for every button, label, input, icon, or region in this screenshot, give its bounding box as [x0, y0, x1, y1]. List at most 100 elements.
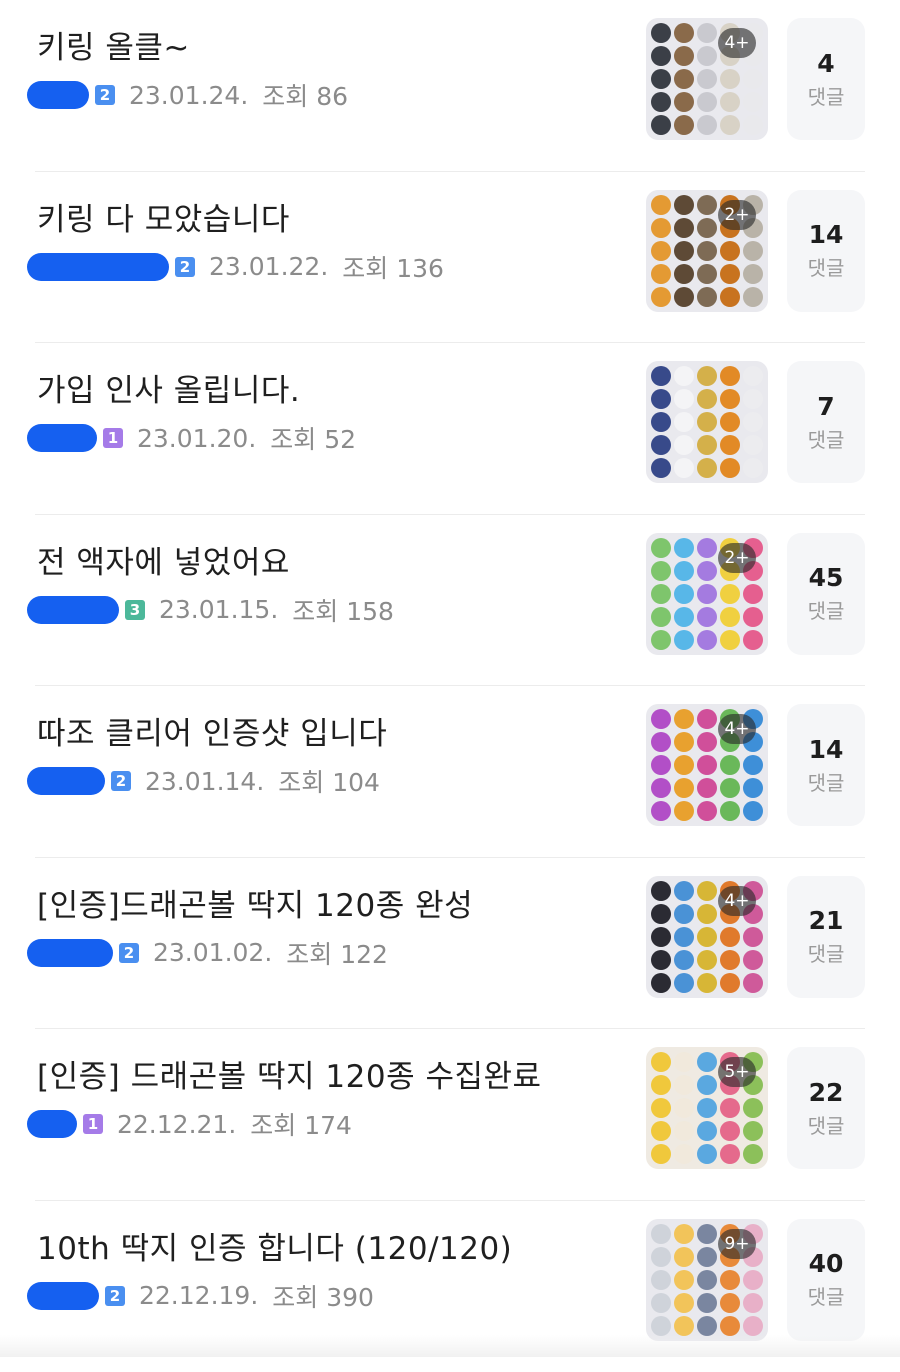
post-thumbnail[interactable] — [646, 361, 768, 483]
post-row[interactable]: 키링 다 모았습니다 2 23.01.22. 조회 136 2+ 14 댓글 — [35, 172, 865, 344]
thumbnail-sticker — [651, 241, 671, 261]
thumbnail-sticker — [674, 1121, 694, 1141]
thumbnail-sticker — [743, 778, 763, 798]
comment-button[interactable]: 40 댓글 — [787, 1219, 865, 1341]
thumbnail-sticker — [674, 904, 694, 924]
post-thumbnail[interactable]: 9+ — [646, 1219, 768, 1341]
thumbnail-sticker — [743, 584, 763, 604]
post-title[interactable]: 따조 클리어 인증샷 입니다 — [37, 708, 387, 753]
thumbnail-sticker — [674, 881, 694, 901]
thumbnail-sticker — [720, 366, 740, 386]
post-views: 조회 52 — [270, 420, 356, 456]
thumbnail-sticker — [697, 92, 717, 112]
thumbnail-sticker — [651, 950, 671, 970]
thumbnail-sticker — [651, 1144, 671, 1164]
post-meta: 2 23.01.22. 조회 136 — [27, 250, 444, 284]
post-row[interactable]: [인증] 드래곤볼 딱지 120종 수집완료 1 22.12.21. 조회 17… — [35, 1029, 865, 1201]
thumbnail-sticker — [720, 412, 740, 432]
comment-button[interactable]: 14 댓글 — [787, 704, 865, 826]
post-title[interactable]: [인증]드래곤볼 딱지 120종 완성 — [37, 880, 473, 925]
thumbnail-sticker — [674, 778, 694, 798]
post-title[interactable]: 10th 딱지 인증 합니다 (120/120) — [37, 1223, 512, 1268]
thumbnail-sticker — [720, 973, 740, 993]
thumbnail-sticker — [720, 1121, 740, 1141]
thumbnail-sticker — [674, 584, 694, 604]
redacted-author — [27, 253, 169, 281]
post-title[interactable]: [인증] 드래곤볼 딱지 120종 수집완료 — [37, 1051, 542, 1096]
post-meta: 2 23.01.02. 조회 122 — [27, 936, 388, 970]
thumbnail-sticker — [697, 801, 717, 821]
thumbnail-sticker — [697, 950, 717, 970]
post-thumbnail[interactable]: 5+ — [646, 1047, 768, 1169]
thumbnail-sticker — [651, 92, 671, 112]
thumbnail-sticker — [651, 195, 671, 215]
thumbnail-sticker — [697, 538, 717, 558]
comment-button[interactable]: 22 댓글 — [787, 1047, 865, 1169]
thumbnail-sticker — [651, 1293, 671, 1313]
post-row[interactable]: [인증]드래곤볼 딱지 120종 완성 2 23.01.02. 조회 122 4… — [35, 858, 865, 1030]
post-title[interactable]: 키링 다 모았습니다 — [37, 194, 290, 239]
thumbnail-sticker — [651, 630, 671, 650]
comment-button[interactable]: 7 댓글 — [787, 361, 865, 483]
post-title[interactable]: 전 액자에 넣었어요 — [37, 537, 290, 582]
thumbnail-sticker — [651, 264, 671, 284]
image-count-badge: 9+ — [718, 1229, 756, 1259]
thumbnail-sticker — [674, 23, 694, 43]
thumbnail-sticker — [674, 1075, 694, 1095]
post-views: 조회 122 — [286, 935, 388, 971]
post-row[interactable]: 전 액자에 넣었어요 3 23.01.15. 조회 158 2+ 45 댓글 — [35, 515, 865, 687]
post-views: 조회 104 — [278, 763, 380, 799]
thumbnail-sticker — [674, 366, 694, 386]
post-meta: 3 23.01.15. 조회 158 — [27, 593, 394, 627]
comment-button[interactable]: 4 댓글 — [787, 18, 865, 140]
thumbnail-sticker — [674, 389, 694, 409]
thumbnail-sticker — [651, 23, 671, 43]
thumbnail-sticker — [674, 195, 694, 215]
post-thumbnail[interactable]: 2+ — [646, 190, 768, 312]
post-title[interactable]: 키링 올클~ — [37, 22, 190, 67]
post-thumbnail[interactable]: 2+ — [646, 533, 768, 655]
thumbnail-sticker — [697, 1144, 717, 1164]
redacted-author — [27, 767, 105, 795]
redacted-author — [27, 1110, 77, 1138]
post-thumbnail[interactable]: 4+ — [646, 704, 768, 826]
thumbnail-sticker — [743, 1144, 763, 1164]
thumbnail-sticker — [720, 755, 740, 775]
thumbnail-sticker — [720, 435, 740, 455]
thumbnail-sticker — [674, 287, 694, 307]
comment-button[interactable]: 45 댓글 — [787, 533, 865, 655]
thumbnail-sticker — [651, 927, 671, 947]
comment-button[interactable]: 21 댓글 — [787, 876, 865, 998]
thumbnail-sticker — [651, 801, 671, 821]
thumbnail-sticker — [674, 950, 694, 970]
thumbnail-sticker — [651, 538, 671, 558]
comment-button[interactable]: 14 댓글 — [787, 190, 865, 312]
post-row[interactable]: 키링 올클~ 2 23.01.24. 조회 86 4+ 4 댓글 — [35, 0, 865, 172]
thumbnail-sticker — [651, 904, 671, 924]
post-row[interactable]: 가입 인사 올립니다. 1 23.01.20. 조회 52 7 댓글 — [35, 343, 865, 515]
post-thumbnail[interactable]: 4+ — [646, 876, 768, 998]
thumbnail-sticker — [743, 801, 763, 821]
thumbnail-image — [646, 361, 768, 483]
thumbnail-sticker — [697, 435, 717, 455]
post-thumbnail[interactable]: 4+ — [646, 18, 768, 140]
thumbnail-sticker — [674, 458, 694, 478]
comment-count: 40 — [809, 1249, 844, 1279]
thumbnail-sticker — [651, 412, 671, 432]
thumbnail-sticker — [720, 927, 740, 947]
member-level-badge: 2 — [95, 85, 115, 105]
post-row[interactable]: 따조 클리어 인증샷 입니다 2 23.01.14. 조회 104 4+ 14 … — [35, 686, 865, 858]
image-count-badge: 2+ — [718, 200, 756, 230]
thumbnail-sticker — [674, 92, 694, 112]
thumbnail-sticker — [651, 561, 671, 581]
thumbnail-sticker — [674, 927, 694, 947]
post-date: 22.12.21. — [117, 1110, 236, 1139]
post-title[interactable]: 가입 인사 올립니다. — [37, 365, 300, 410]
thumbnail-sticker — [651, 458, 671, 478]
thumbnail-sticker — [674, 973, 694, 993]
member-level-badge: 2 — [175, 257, 195, 277]
post-list: 키링 올클~ 2 23.01.24. 조회 86 4+ 4 댓글 키링 다 모았… — [0, 0, 900, 1372]
redacted-author — [27, 939, 113, 967]
thumbnail-sticker — [651, 584, 671, 604]
thumbnail-sticker — [743, 69, 763, 89]
